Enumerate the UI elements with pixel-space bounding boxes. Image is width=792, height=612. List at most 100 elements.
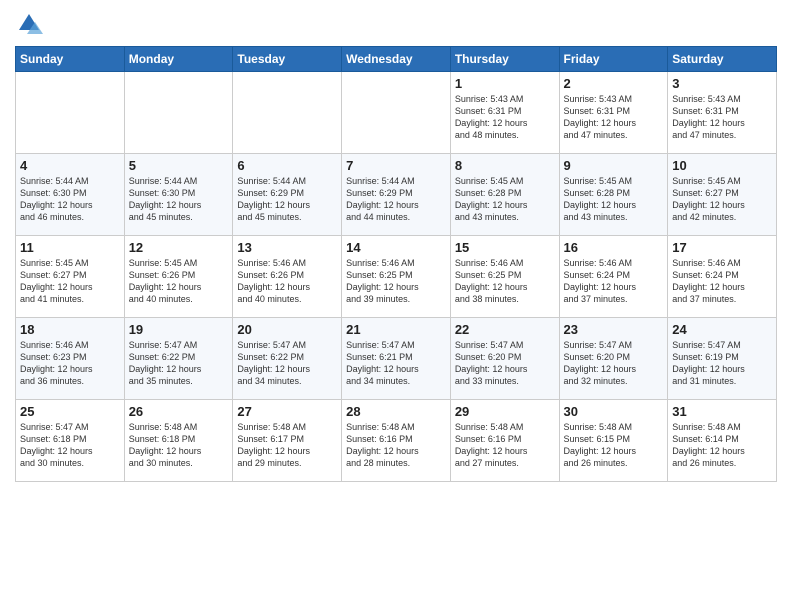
day-number: 30 — [564, 404, 664, 419]
day-info: Sunrise: 5:48 AM Sunset: 6:18 PM Dayligh… — [129, 421, 229, 470]
calendar-day: 4 Sunrise: 5:44 AM Sunset: 6:30 PM Daylig… — [16, 154, 125, 236]
calendar-week-3: 11 Sunrise: 5:45 AM Sunset: 6:27 PM Dayli… — [16, 236, 777, 318]
day-info: Sunrise: 5:46 AM Sunset: 6:25 PM Dayligh… — [455, 257, 555, 306]
day-number: 29 — [455, 404, 555, 419]
calendar-day: 18 Sunrise: 5:46 AM Sunset: 6:23 PM Dayli… — [16, 318, 125, 400]
calendar-day: 16 Sunrise: 5:46 AM Sunset: 6:24 PM Dayli… — [559, 236, 668, 318]
calendar-day: 23 Sunrise: 5:47 AM Sunset: 6:20 PM Dayli… — [559, 318, 668, 400]
day-info: Sunrise: 5:47 AM Sunset: 6:20 PM Dayligh… — [564, 339, 664, 388]
day-info: Sunrise: 5:48 AM Sunset: 6:16 PM Dayligh… — [346, 421, 446, 470]
day-info: Sunrise: 5:46 AM Sunset: 6:25 PM Dayligh… — [346, 257, 446, 306]
calendar-day: 13Sunrise: 5:46 AM Sunset: 6:26 PM Dayli… — [233, 236, 342, 318]
day-number: 5 — [129, 158, 229, 173]
day-info: Sunrise: 5:48 AM Sunset: 6:14 PM Dayligh… — [672, 421, 772, 470]
calendar-header-friday: Friday — [559, 47, 668, 72]
day-number: 17 — [672, 240, 772, 255]
day-info: Sunrise: 5:43 AM Sunset: 6:31 PM Dayligh… — [564, 93, 664, 142]
header — [15, 10, 777, 38]
calendar-day: 10 Sunrise: 5:45 AM Sunset: 6:27 PM Dayli… — [668, 154, 777, 236]
day-info: Sunrise: 5:47 AM Sunset: 6:22 PM Dayligh… — [237, 339, 337, 388]
day-info: Sunrise: 5:45 AM Sunset: 6:27 PM Dayligh… — [672, 175, 772, 224]
calendar-day: 6 Sunrise: 5:44 AM Sunset: 6:29 PM Daylig… — [233, 154, 342, 236]
day-info: Sunrise: 5:46 AM Sunset: 6:26 PM Dayligh… — [237, 257, 337, 306]
calendar-day: 5Sunrise: 5:44 AM Sunset: 6:30 PM Daylig… — [124, 154, 233, 236]
day-number: 19 — [129, 322, 229, 337]
day-number: 25 — [20, 404, 120, 419]
day-number: 9 — [564, 158, 664, 173]
calendar-day: 8 Sunrise: 5:45 AM Sunset: 6:28 PM Daylig… — [450, 154, 559, 236]
day-info: Sunrise: 5:44 AM Sunset: 6:30 PM Dayligh… — [20, 175, 120, 224]
calendar-day: 29 Sunrise: 5:48 AM Sunset: 6:16 PM Dayli… — [450, 400, 559, 482]
calendar-day — [124, 72, 233, 154]
calendar-day: 30Sunrise: 5:48 AM Sunset: 6:15 PM Dayli… — [559, 400, 668, 482]
day-number: 26 — [129, 404, 229, 419]
calendar-week-5: 25 Sunrise: 5:47 AM Sunset: 6:18 PM Dayli… — [16, 400, 777, 482]
day-number: 21 — [346, 322, 446, 337]
day-number: 8 — [455, 158, 555, 173]
calendar-week-2: 4 Sunrise: 5:44 AM Sunset: 6:30 PM Daylig… — [16, 154, 777, 236]
calendar-day: 20 Sunrise: 5:47 AM Sunset: 6:22 PM Dayli… — [233, 318, 342, 400]
day-info: Sunrise: 5:48 AM Sunset: 6:16 PM Dayligh… — [455, 421, 555, 470]
day-info: Sunrise: 5:48 AM Sunset: 6:17 PM Dayligh… — [237, 421, 337, 470]
calendar-header-sunday: Sunday — [16, 47, 125, 72]
logo — [15, 10, 47, 38]
day-info: Sunrise: 5:45 AM Sunset: 6:28 PM Dayligh… — [564, 175, 664, 224]
day-number: 27 — [237, 404, 337, 419]
calendar-header-wednesday: Wednesday — [342, 47, 451, 72]
calendar: SundayMondayTuesdayWednesdayThursdayFrid… — [15, 46, 777, 482]
calendar-day: 28Sunrise: 5:48 AM Sunset: 6:16 PM Dayli… — [342, 400, 451, 482]
calendar-day: 11 Sunrise: 5:45 AM Sunset: 6:27 PM Dayli… — [16, 236, 125, 318]
day-number: 23 — [564, 322, 664, 337]
day-info: Sunrise: 5:44 AM Sunset: 6:29 PM Dayligh… — [346, 175, 446, 224]
day-info: Sunrise: 5:46 AM Sunset: 6:24 PM Dayligh… — [564, 257, 664, 306]
page: SundayMondayTuesdayWednesdayThursdayFrid… — [0, 0, 792, 612]
calendar-day: 31 Sunrise: 5:48 AM Sunset: 6:14 PM Dayli… — [668, 400, 777, 482]
calendar-day: 22 Sunrise: 5:47 AM Sunset: 6:20 PM Dayli… — [450, 318, 559, 400]
day-info: Sunrise: 5:46 AM Sunset: 6:23 PM Dayligh… — [20, 339, 120, 388]
day-number: 18 — [20, 322, 120, 337]
day-number: 16 — [564, 240, 664, 255]
calendar-day — [342, 72, 451, 154]
day-number: 1 — [455, 76, 555, 91]
calendar-day: 15Sunrise: 5:46 AM Sunset: 6:25 PM Dayli… — [450, 236, 559, 318]
calendar-day: 7Sunrise: 5:44 AM Sunset: 6:29 PM Daylig… — [342, 154, 451, 236]
calendar-day: 21 Sunrise: 5:47 AM Sunset: 6:21 PM Dayli… — [342, 318, 451, 400]
day-number: 22 — [455, 322, 555, 337]
calendar-header-tuesday: Tuesday — [233, 47, 342, 72]
calendar-day: 26 Sunrise: 5:48 AM Sunset: 6:18 PM Dayli… — [124, 400, 233, 482]
calendar-header-thursday: Thursday — [450, 47, 559, 72]
day-number: 2 — [564, 76, 664, 91]
day-number: 11 — [20, 240, 120, 255]
day-number: 12 — [129, 240, 229, 255]
calendar-day: 9 Sunrise: 5:45 AM Sunset: 6:28 PM Daylig… — [559, 154, 668, 236]
calendar-day: 19 Sunrise: 5:47 AM Sunset: 6:22 PM Dayli… — [124, 318, 233, 400]
calendar-day: 24Sunrise: 5:47 AM Sunset: 6:19 PM Dayli… — [668, 318, 777, 400]
calendar-day — [16, 72, 125, 154]
calendar-day: 12Sunrise: 5:45 AM Sunset: 6:26 PM Dayli… — [124, 236, 233, 318]
day-info: Sunrise: 5:45 AM Sunset: 6:27 PM Dayligh… — [20, 257, 120, 306]
calendar-header-row: SundayMondayTuesdayWednesdayThursdayFrid… — [16, 47, 777, 72]
day-number: 10 — [672, 158, 772, 173]
day-number: 6 — [237, 158, 337, 173]
calendar-header-monday: Monday — [124, 47, 233, 72]
day-number: 20 — [237, 322, 337, 337]
calendar-day: 25 Sunrise: 5:47 AM Sunset: 6:18 PM Dayli… — [16, 400, 125, 482]
calendar-day: 3Sunrise: 5:43 AM Sunset: 6:31 PM Daylig… — [668, 72, 777, 154]
calendar-day: 17Sunrise: 5:46 AM Sunset: 6:24 PM Dayli… — [668, 236, 777, 318]
day-number: 24 — [672, 322, 772, 337]
day-number: 3 — [672, 76, 772, 91]
day-number: 14 — [346, 240, 446, 255]
day-info: Sunrise: 5:45 AM Sunset: 6:28 PM Dayligh… — [455, 175, 555, 224]
day-info: Sunrise: 5:47 AM Sunset: 6:21 PM Dayligh… — [346, 339, 446, 388]
day-info: Sunrise: 5:47 AM Sunset: 6:22 PM Dayligh… — [129, 339, 229, 388]
calendar-day: 27 Sunrise: 5:48 AM Sunset: 6:17 PM Dayli… — [233, 400, 342, 482]
calendar-day — [233, 72, 342, 154]
day-info: Sunrise: 5:47 AM Sunset: 6:20 PM Dayligh… — [455, 339, 555, 388]
day-number: 31 — [672, 404, 772, 419]
day-info: Sunrise: 5:44 AM Sunset: 6:29 PM Dayligh… — [237, 175, 337, 224]
calendar-week-4: 18 Sunrise: 5:46 AM Sunset: 6:23 PM Dayli… — [16, 318, 777, 400]
day-number: 4 — [20, 158, 120, 173]
calendar-day: 1Sunrise: 5:43 AM Sunset: 6:31 PM Daylig… — [450, 72, 559, 154]
calendar-day: 2 Sunrise: 5:43 AM Sunset: 6:31 PM Daylig… — [559, 72, 668, 154]
day-info: Sunrise: 5:47 AM Sunset: 6:18 PM Dayligh… — [20, 421, 120, 470]
